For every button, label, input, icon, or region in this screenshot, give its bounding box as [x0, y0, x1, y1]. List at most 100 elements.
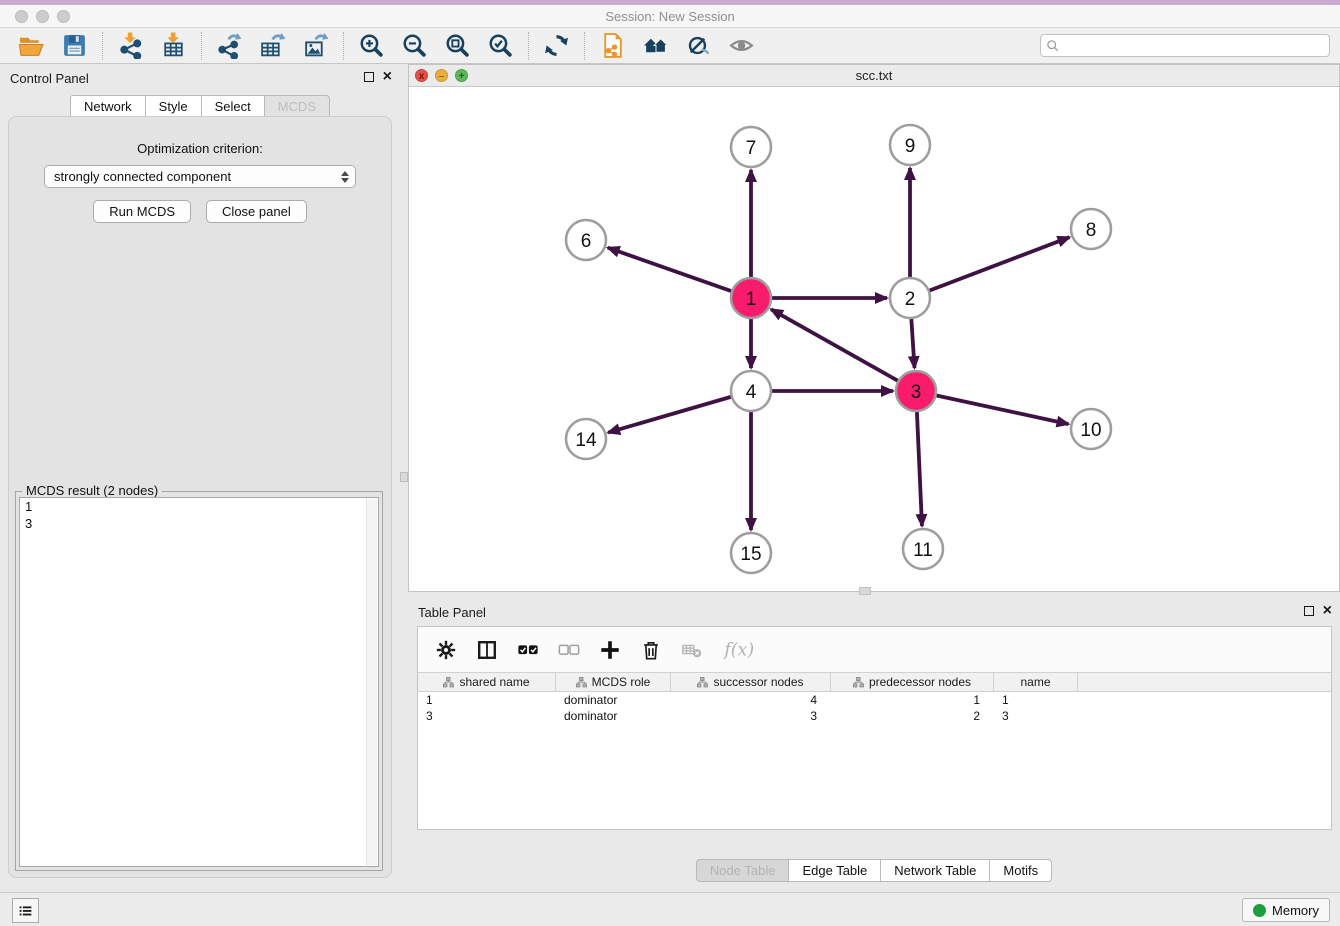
tab-style[interactable]: Style	[145, 95, 201, 118]
control-panel-close-icon[interactable]: ×	[383, 71, 392, 83]
column-header-successor-nodes[interactable]: successor nodes	[671, 673, 831, 691]
node-9[interactable]: 9	[890, 125, 930, 165]
node-15[interactable]: 15	[731, 533, 771, 573]
column-tree-icon	[853, 677, 864, 688]
node-7[interactable]: 7	[731, 127, 771, 167]
task-history-button[interactable]	[12, 898, 39, 923]
select-all-button[interactable]	[516, 638, 540, 662]
node-1[interactable]: 1	[731, 278, 771, 318]
svg-text:f(x): f(x)	[722, 640, 754, 660]
window-accent-strip	[0, 0, 1340, 5]
table-cell[interactable]: dominator	[556, 692, 671, 708]
edge-3-1[interactable]	[771, 309, 898, 380]
edge-2-8[interactable]	[930, 237, 1070, 290]
table-row[interactable]: 1dominator411	[418, 692, 1331, 708]
add-row-button[interactable]	[598, 638, 622, 662]
search-input[interactable]	[1063, 37, 1324, 55]
tab-network-table[interactable]: Network Table	[880, 859, 989, 882]
search-box[interactable]	[1040, 34, 1330, 57]
table-cell[interactable]: 1	[994, 692, 1078, 708]
home-button[interactable]	[634, 30, 677, 62]
node-6[interactable]: 6	[566, 220, 606, 260]
table-cell[interactable]: 3	[994, 708, 1078, 724]
gear-icon	[435, 639, 457, 661]
edge-3-10[interactable]	[937, 395, 1069, 424]
column-label: name	[1020, 675, 1050, 689]
hide-visual-button[interactable]	[677, 30, 720, 62]
tab-node-table[interactable]: Node Table	[696, 859, 789, 882]
table-columns-button[interactable]	[475, 638, 499, 662]
node-table-container: f(x) shared name MCDS role successor nodes…	[417, 626, 1332, 830]
panel-divider[interactable]	[400, 64, 408, 892]
column-header-predecessor-nodes[interactable]: predecessor nodes	[831, 673, 994, 691]
node-10[interactable]: 10	[1071, 409, 1111, 449]
tab-select[interactable]: Select	[201, 95, 264, 118]
table-row[interactable]: 3dominator323	[418, 708, 1331, 724]
edge-1-6[interactable]	[608, 248, 731, 291]
table-cell[interactable]: 3	[671, 708, 831, 724]
apply-layout-button[interactable]	[535, 30, 578, 62]
edge-3-11[interactable]	[917, 412, 922, 526]
zoom-in-button[interactable]	[350, 30, 393, 62]
table-cell[interactable]: 1	[418, 692, 556, 708]
node-4[interactable]: 4	[731, 371, 771, 411]
mcds-result-box[interactable]: 13	[19, 497, 379, 867]
edge-2-3[interactable]	[911, 319, 914, 368]
network-canvas[interactable]: 7 9 6 8 1 2 4 3 14 10 15 11	[409, 88, 1339, 591]
zoom-out-button[interactable]	[393, 30, 436, 62]
column-header-mcds-role[interactable]: MCDS role	[556, 673, 671, 691]
node-14[interactable]: 14	[566, 419, 606, 459]
zoom-selected-button[interactable]	[479, 30, 522, 62]
control-panel-float-icon[interactable]	[364, 72, 374, 82]
table-cell[interactable]: 4	[671, 692, 831, 708]
show-visual-button[interactable]	[720, 30, 763, 62]
edge-4-14[interactable]	[608, 397, 731, 433]
network-file-button[interactable]	[591, 30, 634, 62]
tab-mcds[interactable]: MCDS	[264, 95, 330, 118]
tab-edge-table[interactable]: Edge Table	[788, 859, 880, 882]
network-titlebar[interactable]: x – + scc.txt	[409, 65, 1339, 87]
result-scrollbar[interactable]	[366, 499, 377, 865]
table-cell[interactable]: 1	[831, 692, 994, 708]
table-cell[interactable]: dominator	[556, 708, 671, 724]
save-icon	[61, 32, 88, 59]
node-3[interactable]: 3	[896, 371, 936, 411]
table-panel: Table Panel ×	[408, 598, 1340, 892]
column-header-shared-name[interactable]: shared name	[418, 673, 556, 691]
table-settings-button[interactable]	[434, 638, 458, 662]
horizontal-divider-grip[interactable]	[859, 587, 871, 595]
memory-button[interactable]: Memory	[1242, 898, 1330, 922]
node-2[interactable]: 2	[890, 278, 930, 318]
node-label: 15	[740, 544, 761, 565]
tab-network[interactable]: Network	[70, 95, 145, 118]
run-mcds-button[interactable]: Run MCDS	[93, 200, 191, 223]
export-table-button[interactable]	[251, 30, 294, 62]
table-cell[interactable]: 3	[418, 708, 556, 724]
column-label: MCDS role	[592, 675, 651, 689]
import-table-button[interactable]	[152, 30, 195, 62]
save-session-button[interactable]	[53, 30, 96, 62]
zoom-in-icon	[358, 32, 385, 59]
table-panel-float-icon[interactable]	[1304, 606, 1314, 616]
table-panel-close-icon[interactable]: ×	[1323, 605, 1332, 617]
close-panel-button[interactable]: Close panel	[206, 200, 307, 223]
import-network-button[interactable]	[109, 30, 152, 62]
open-session-button[interactable]	[10, 30, 53, 62]
network-graph[interactable]: 7 9 6 8 1 2 4 3 14 10 15 11	[409, 88, 1339, 592]
divider-grip[interactable]	[400, 472, 408, 482]
column-header-name[interactable]: name	[994, 673, 1078, 691]
export-network-button[interactable]	[208, 30, 251, 62]
optimization-criterion-select[interactable]: strongly connected component	[44, 165, 356, 188]
deselect-all-button[interactable]	[557, 638, 581, 662]
table-cell[interactable]: 2	[831, 708, 994, 724]
node-label: 2	[905, 289, 916, 310]
tab-motifs[interactable]: Motifs	[989, 859, 1052, 882]
node-label: 7	[746, 138, 757, 159]
eye-icon	[728, 32, 755, 59]
node-11[interactable]: 11	[903, 529, 943, 569]
node-8[interactable]: 8	[1071, 209, 1111, 249]
window-title: Session: New Session	[0, 9, 1340, 24]
export-image-button[interactable]	[294, 30, 337, 62]
zoom-fit-button[interactable]	[436, 30, 479, 62]
delete-row-button[interactable]	[639, 638, 663, 662]
